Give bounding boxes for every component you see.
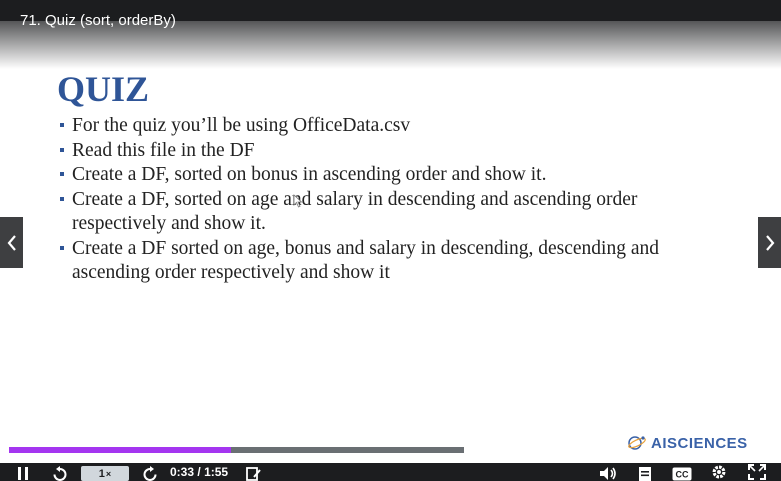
playback-time: 0:33 / 1:55	[170, 464, 228, 481]
bullet-text: For the quiz you’ll be using OfficeData.…	[72, 115, 411, 136]
current-time: 0:33	[170, 465, 195, 479]
bullet-text: Read this file in the DF	[72, 139, 255, 161]
slide-heading: QUIZ	[57, 69, 150, 109]
speed-suffix: ×	[105, 468, 112, 479]
captions-button[interactable]: CC	[672, 467, 692, 481]
rewind-icon	[53, 465, 67, 481]
bullet-marker	[60, 196, 64, 201]
previous-lecture-button[interactable]	[0, 217, 23, 268]
pause-icon	[18, 467, 28, 480]
add-note-icon	[245, 466, 261, 481]
progress-played	[9, 447, 231, 453]
quiz-bullet-list: For the quiz you’ll be using OfficeData.…	[58, 114, 728, 286]
add-note-button[interactable]	[245, 466, 261, 481]
captions-label: CC	[676, 470, 689, 480]
bullet-item: Create a DF, sorted on bonus in ascendin…	[58, 163, 728, 188]
forward-button[interactable]	[141, 465, 159, 481]
chevron-right-icon	[765, 234, 774, 251]
logo-mark-icon	[628, 436, 646, 450]
speed-value: 1	[98, 467, 105, 480]
rewind-button[interactable]	[51, 465, 69, 481]
volume-button[interactable]	[598, 466, 618, 480]
lecture-slide: QUIZ For the quiz you’ll be using Office…	[0, 40, 781, 460]
bullet-marker	[60, 147, 64, 152]
duration: 1:55	[204, 465, 229, 479]
time-separator: /	[197, 465, 201, 479]
next-lecture-button[interactable]	[758, 217, 781, 268]
closed-captions-icon: CC	[672, 467, 692, 481]
playback-speed-button[interactable]: 1 ×	[81, 466, 129, 481]
progress-bar[interactable]	[9, 447, 464, 453]
fullscreen-button[interactable]	[747, 464, 767, 480]
bullet-text: Create a DF, sorted on bonus in ascendin…	[72, 164, 547, 185]
bullet-text: Create a DF sorted on age, bonus and sal…	[72, 237, 659, 284]
aisciences-logo: AISCIENCES	[626, 433, 748, 453]
bullet-marker	[60, 123, 64, 127]
chevron-left-icon	[7, 234, 16, 251]
transcript-button[interactable]	[637, 466, 653, 481]
bullet-marker	[60, 172, 64, 176]
settings-button[interactable]	[709, 465, 729, 479]
bullet-item: Read this file in the DF	[58, 139, 728, 164]
bullet-text: Create a DF, sorted on age and salary in…	[72, 188, 638, 235]
bullet-item: Create a DF sorted on age, bonus and sal…	[58, 237, 728, 286]
transcript-icon	[639, 466, 651, 481]
bullet-item: For the quiz you’ll be using OfficeData.…	[58, 114, 728, 139]
forward-icon	[143, 465, 157, 481]
volume-icon	[600, 466, 616, 480]
settings-icon	[712, 465, 726, 479]
bullet-item: Create a DF, sorted on age and salary in…	[58, 188, 728, 237]
video-title: 71. Quiz (sort, orderBy)	[20, 12, 176, 29]
pause-button[interactable]	[16, 466, 30, 480]
fullscreen-icon	[748, 464, 766, 480]
mouse-cursor-icon	[293, 194, 303, 213]
logo-text: AISCIENCES	[651, 434, 748, 452]
bullet-marker	[60, 245, 64, 250]
